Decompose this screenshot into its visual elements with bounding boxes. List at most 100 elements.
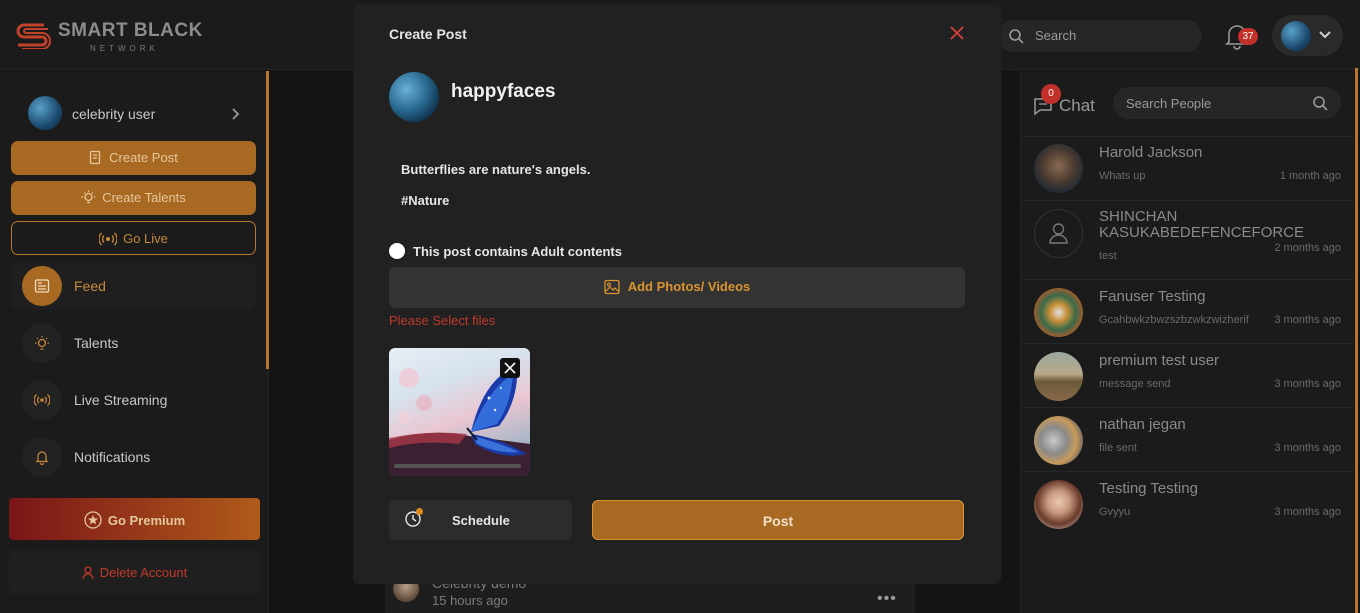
contact-name: Testing Testing: [1099, 480, 1198, 497]
chat-contact[interactable]: SHINCHAN KASUKABEDEFENCEFORCE 2 months a…: [1021, 201, 1354, 280]
delete-account-button[interactable]: Delete Account: [9, 550, 260, 594]
contact-time: 1 month ago: [1279, 170, 1341, 182]
bulb-icon: [81, 190, 96, 204]
sidebar-user-name: celebrity user: [72, 106, 156, 122]
avatar: [1034, 416, 1083, 465]
chat-contact[interactable]: nathan jegan file sent 3 months ago: [1021, 408, 1354, 472]
sidebar-item-feed[interactable]: Feed: [11, 262, 256, 310]
remove-media-button[interactable]: [500, 358, 520, 378]
header-search-placeholder: Search: [1035, 28, 1077, 43]
sidebar-user-profile[interactable]: celebrity user: [28, 96, 248, 132]
add-photos-videos-button[interactable]: Add Photos/ Videos: [389, 267, 965, 308]
sidebar-item-label: Live Streaming: [74, 392, 168, 408]
feed-post-time: 15 hours ago: [432, 593, 508, 608]
broadcast-icon: [34, 394, 50, 406]
upload-progress-bar: [394, 464, 521, 468]
go-live-label: Go Live: [123, 231, 168, 246]
user-placeholder-icon: [1049, 223, 1068, 244]
contact-last-message: Gvyyu: [1099, 506, 1131, 518]
contact-last-message: Gcahbwkzbwzszbzwkzwizherif: [1099, 314, 1249, 326]
sidebar-icon-wrap: [22, 323, 62, 363]
sidebar-item-live-streaming[interactable]: Live Streaming: [11, 376, 256, 424]
avatar: [1034, 288, 1083, 337]
close-icon[interactable]: [950, 26, 964, 40]
avatar: [1034, 480, 1083, 529]
delete-account-label: Delete Account: [99, 565, 188, 580]
search-people-input[interactable]: Search People: [1113, 87, 1341, 119]
post-button-label: Post: [762, 513, 794, 529]
create-post-label: Create Post: [109, 150, 178, 165]
sidebar-item-notifications[interactable]: Notifications: [11, 433, 256, 481]
bulb-icon: [35, 336, 49, 350]
search-icon: [1313, 96, 1328, 111]
avatar: [1034, 352, 1083, 401]
media-thumbnail: [389, 348, 530, 476]
file-error-message: Please Select files: [389, 313, 496, 328]
brand-name: SMART BLACK: [58, 20, 203, 41]
contact-time: 3 months ago: [1274, 314, 1341, 326]
more-options-icon[interactable]: •••: [877, 590, 897, 608]
brand-logo[interactable]: SMART BLACK NETWORK: [14, 18, 214, 58]
contact-last-message: test: [1099, 250, 1117, 262]
contact-last-message: Whats up: [1099, 170, 1146, 182]
newspaper-icon: [34, 279, 50, 293]
contact-name: Fanuser Testing: [1099, 288, 1206, 305]
chat-unread-badge: 0: [1041, 84, 1061, 104]
sidebar-item-label: Feed: [74, 278, 106, 294]
adult-content-radio[interactable]: [389, 243, 405, 259]
avatar: [1034, 144, 1083, 193]
contact-name: Harold Jackson: [1099, 144, 1203, 161]
contact-name: SHINCHAN KASUKABEDEFENCEFORCE: [1099, 208, 1305, 241]
sidebar-icon-wrap: [22, 437, 62, 477]
contact-name: nathan jegan: [1099, 416, 1186, 433]
post-username: happyfaces: [451, 81, 556, 102]
chevron-right-icon: [232, 108, 240, 120]
create-talents-label: Create Talents: [102, 190, 186, 205]
chevron-down-icon: [1319, 31, 1331, 39]
contact-last-message: message send: [1099, 378, 1171, 390]
star-circle-icon: [84, 511, 102, 529]
sidebar-item-label: Notifications: [74, 449, 151, 465]
post-text-input[interactable]: Butterflies are nature's angels.: [401, 162, 591, 177]
contact-last-message: file sent: [1099, 442, 1137, 454]
close-icon: [504, 362, 516, 374]
chat-contact[interactable]: Fanuser Testing Gcahbwkzbwzszbzwkzwizher…: [1021, 280, 1354, 344]
create-talents-button[interactable]: Create Talents: [11, 181, 256, 215]
avatar: [28, 96, 62, 130]
modal-title: Create Post: [389, 26, 467, 42]
user-icon: [82, 566, 94, 580]
sidebar-item-talents[interactable]: Talents: [11, 319, 256, 367]
schedule-button[interactable]: Schedule: [389, 500, 572, 540]
logo-mark-icon: [16, 23, 51, 49]
contact-time: 2 months ago: [1274, 242, 1341, 254]
chat-contact[interactable]: Testing Testing Gvyyu 3 months ago: [1021, 472, 1354, 536]
brand-tagline: NETWORK: [90, 44, 159, 53]
sidebar-item-label: Talents: [74, 335, 119, 351]
contact-time: 3 months ago: [1274, 442, 1341, 454]
go-live-button[interactable]: Go Live: [11, 221, 256, 255]
image-icon: [604, 279, 620, 295]
chat-scrollbar[interactable]: [1355, 68, 1358, 613]
chat-contact[interactable]: Harold Jackson Whats up 1 month ago: [1021, 137, 1354, 201]
sidebar-scrollbar[interactable]: [266, 71, 269, 369]
add-photos-videos-label: Add Photos/ Videos: [627, 279, 751, 294]
go-premium-button[interactable]: Go Premium: [9, 498, 260, 540]
post-hashtag[interactable]: #Nature: [401, 193, 449, 208]
schedule-label: Schedule: [452, 513, 510, 528]
notification-count-badge: 37: [1238, 28, 1258, 45]
avatar: [1034, 209, 1083, 258]
contact-name: premium test user: [1099, 352, 1220, 369]
post-button[interactable]: Post: [592, 500, 964, 540]
bell-icon: [35, 451, 49, 465]
adult-content-label: This post contains Adult contents: [413, 244, 622, 259]
contact-time: 3 months ago: [1274, 506, 1341, 518]
go-premium-label: Go Premium: [107, 513, 186, 528]
profile-menu-button[interactable]: [1272, 15, 1343, 56]
create-post-modal: Create Post happyfaces Butterflies are n…: [353, 4, 1001, 584]
header-search-input[interactable]: Search: [998, 20, 1202, 52]
chat-contact[interactable]: premium test user message send 3 months …: [1021, 344, 1354, 408]
contact-time: 3 months ago: [1274, 378, 1341, 390]
create-post-button[interactable]: Create Post: [11, 141, 256, 175]
sidebar-icon-wrap: [22, 380, 62, 420]
status-dot: [416, 508, 423, 515]
